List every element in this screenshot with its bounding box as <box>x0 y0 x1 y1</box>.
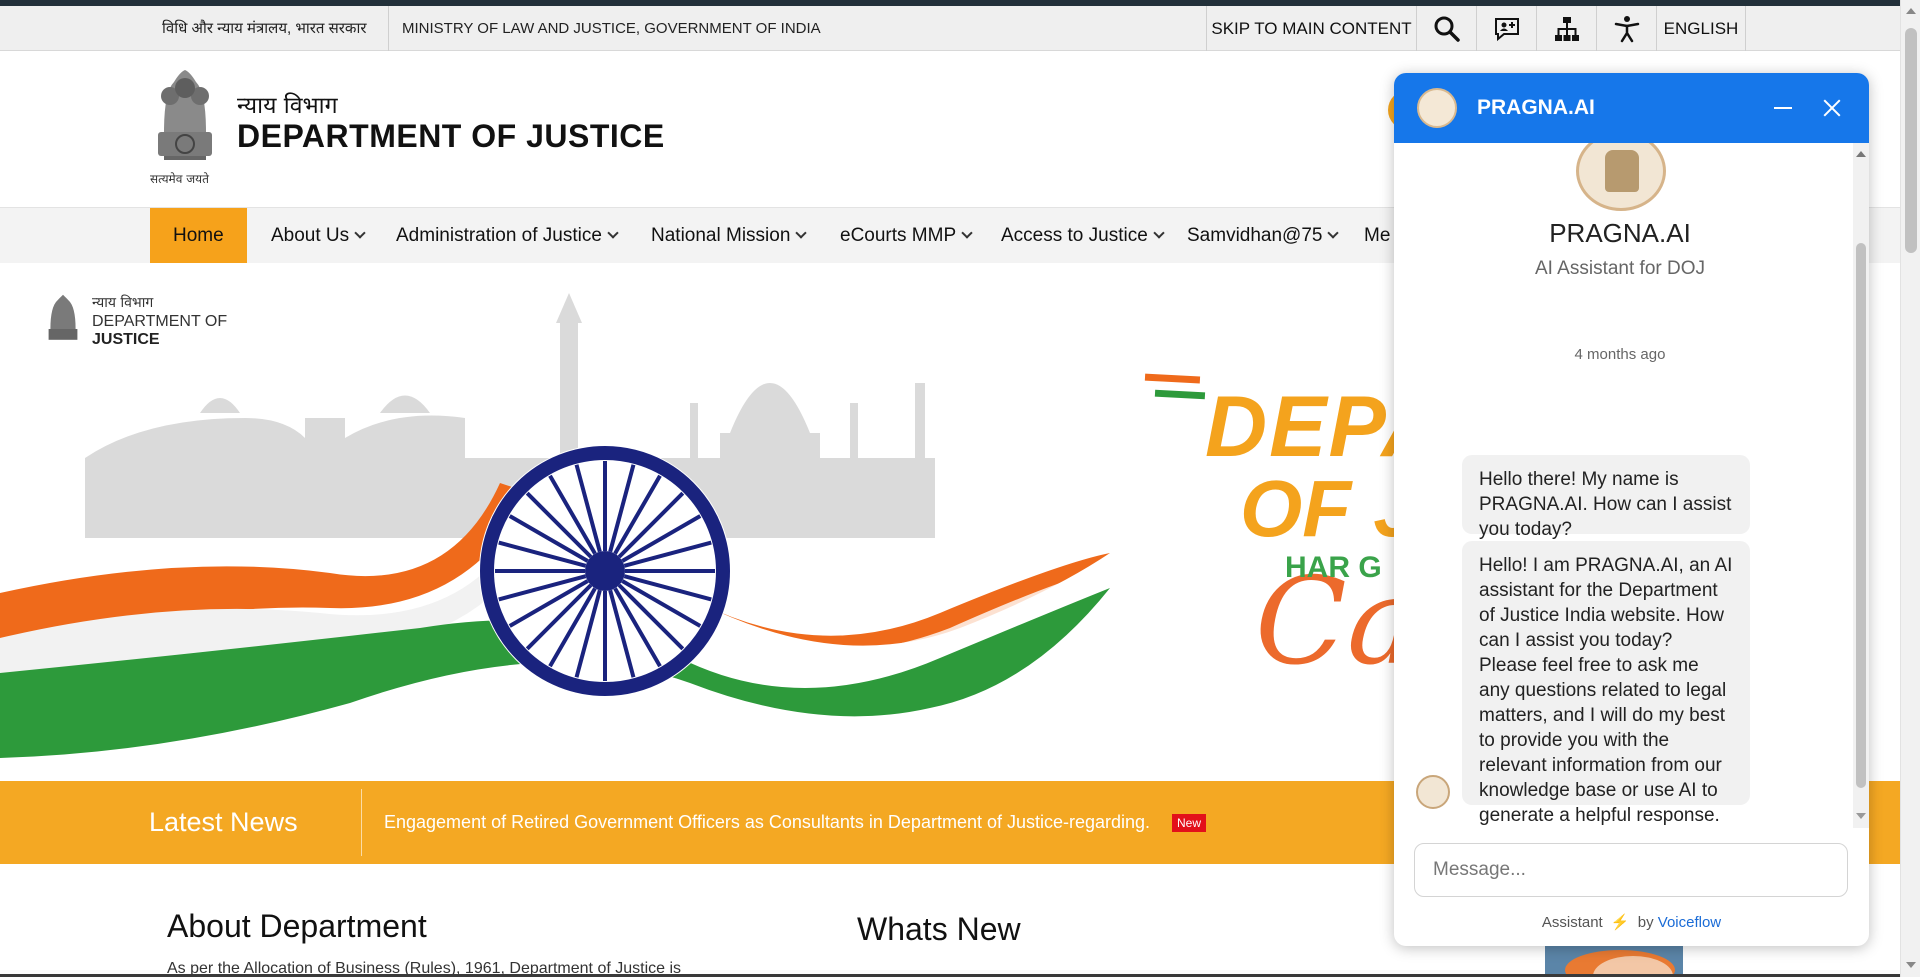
department-hindi-name: न्याय विभाग <box>237 93 338 119</box>
nav-item-national-mission[interactable]: National Mission <box>651 208 808 263</box>
sitemap-button[interactable] <box>1536 6 1596 51</box>
search-button[interactable] <box>1416 6 1476 51</box>
feedback-button[interactable] <box>1476 6 1536 51</box>
new-badge: New <box>1172 814 1207 832</box>
chat-bot-subtitle: AI Assistant for DOJ <box>1535 258 1705 279</box>
national-emblem-logo[interactable] <box>150 62 220 182</box>
emblem-motto: सत्यमेव जयते <box>150 172 209 186</box>
nav-item-label: Administration of Justice <box>396 225 602 246</box>
chat-bot-name: PRAGNA.AI <box>1549 218 1691 248</box>
minimize-icon[interactable] <box>1769 94 1797 122</box>
chat-footer: Assistant ⚡ by Voiceflow <box>1394 913 1869 931</box>
voiceflow-link[interactable]: Voiceflow <box>1658 914 1721 931</box>
banner-logo-line1: DEPARTMENT OF <box>92 313 228 330</box>
nav-item-label: eCourts MMP <box>840 225 957 246</box>
chat-timestamp: 4 months ago <box>1574 346 1666 363</box>
banner-headline-line2: OF J <box>1240 464 1418 553</box>
close-icon[interactable] <box>1818 94 1846 122</box>
ministry-hindi-title: विधि और न्याय मंत्रालय, भारत सरकार <box>162 20 367 37</box>
search-icon <box>1434 16 1460 42</box>
scroll-up-arrow-icon[interactable] <box>1856 151 1866 157</box>
skip-to-main-link[interactable]: SKIP TO MAIN CONTENT <box>1206 6 1416 51</box>
nav-item-label: About Us <box>271 225 350 246</box>
nav-item-samvidhan[interactable]: Samvidhan@75 <box>1187 208 1340 263</box>
nav-item-label: Access to Justice <box>1001 225 1148 246</box>
scroll-up-arrow-icon[interactable] <box>1906 8 1916 14</box>
ministry-english-title: MINISTRY OF LAW AND JUSTICE, GOVERNMENT … <box>402 20 821 37</box>
chevron-down-icon <box>354 227 366 239</box>
chat-message-input[interactable] <box>1414 843 1848 897</box>
about-department-title: About Department <box>167 908 427 944</box>
banner-tagline: HAR G <box>1285 551 1382 584</box>
chat-message-avatar <box>1416 775 1450 809</box>
banner-logo-line2: JUSTICE <box>92 331 160 348</box>
feedback-icon <box>1494 17 1519 41</box>
lightning-icon: ⚡ <box>1610 914 1630 931</box>
banner-logo-hindi: न्याय विभाग <box>92 295 154 311</box>
utility-actions: SKIP TO MAIN CONTENT ENGLISH <box>1206 6 1746 51</box>
profile-image <box>1545 946 1683 977</box>
nav-item-label: Samvidhan@75 <box>1187 225 1323 246</box>
chat-bot-profile-avatar <box>1576 143 1666 211</box>
chat-message-bubble: Hello! I am PRAGNA.AI, an AI assistant f… <box>1462 541 1750 826</box>
sitemap-icon <box>1554 16 1579 41</box>
page-scrollbar-thumb[interactable] <box>1905 28 1917 253</box>
nav-item-label: Me <box>1364 225 1391 246</box>
department-english-name[interactable]: DEPARTMENT OF JUSTICE <box>237 118 665 155</box>
divider <box>361 789 362 856</box>
chat-header: PRAGNA.AI <box>1394 73 1869 143</box>
chevron-down-icon <box>795 227 808 239</box>
news-ticker-item[interactable]: Engagement of Retired Government Officer… <box>384 781 1150 864</box>
divider <box>388 6 389 51</box>
nav-item-ecourts-mmp[interactable]: eCourts MMP <box>840 208 973 263</box>
scroll-down-arrow-icon[interactable] <box>1906 962 1916 968</box>
chat-scrollbar[interactable] <box>1853 143 1869 828</box>
chat-bot-avatar <box>1417 88 1457 128</box>
nav-item-about-us[interactable]: About Us <box>271 208 366 263</box>
nav-item-label: National Mission <box>651 225 791 246</box>
nav-item-home[interactable]: Home <box>150 208 247 263</box>
language-selector[interactable]: ENGLISH <box>1656 6 1746 51</box>
banner-emblem-icon <box>48 294 78 340</box>
nav-item-label: Home <box>173 225 224 246</box>
chat-message-bubble: Hello there! My name is PRAGNA.AI. How c… <box>1462 455 1750 540</box>
chevron-down-icon <box>1327 227 1340 239</box>
nav-item-administration-of-justice[interactable]: Administration of Justice <box>396 208 619 263</box>
footer-by: by <box>1637 914 1654 931</box>
nav-item-access-to-justice[interactable]: Access to Justice <box>1001 208 1165 263</box>
chat-scrollbar-thumb[interactable] <box>1856 243 1866 788</box>
whats-new-title: Whats New <box>857 911 1021 947</box>
utility-bar: विधि और न्याय मंत्रालय, भारत सरकार MINIS… <box>0 6 1900 51</box>
latest-news-label: Latest News <box>149 807 298 837</box>
accessibility-icon <box>1614 15 1639 42</box>
nav-item-media[interactable]: Me <box>1364 208 1390 263</box>
footer-prefix: Assistant <box>1541 914 1603 931</box>
chat-messages: PRAGNA.AI AI Assistant for DOJ 4 months … <box>1394 143 1869 828</box>
scroll-down-arrow-icon[interactable] <box>1856 813 1866 819</box>
chevron-down-icon <box>607 227 619 239</box>
chevron-down-icon <box>1153 227 1165 239</box>
chat-title: PRAGNA.AI <box>1477 96 1595 119</box>
chat-widget: PRAGNA.AI PRAGNA.AI AI Assistant for DOJ… <box>1394 73 1869 946</box>
chevron-down-icon <box>961 227 973 239</box>
accessibility-button[interactable] <box>1596 6 1656 51</box>
page-scrollbar[interactable] <box>1900 0 1920 977</box>
